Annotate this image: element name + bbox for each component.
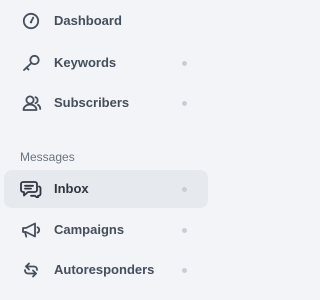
sidebar-item-inbox[interactable]: Inbox	[4, 170, 208, 208]
status-dot	[182, 228, 187, 233]
sidebar-item-label: Campaigns	[54, 222, 125, 237]
dashboard-gauge-icon	[20, 12, 42, 30]
megaphone-icon	[20, 221, 42, 239]
sidebar-item-subscribers[interactable]: Subscribers	[4, 84, 208, 122]
key-icon	[20, 54, 42, 72]
sidebar-item-autoresponders[interactable]: Autoresponders	[4, 251, 208, 289]
sidebar-item-label: Dashboard	[54, 13, 122, 28]
status-dot	[182, 268, 187, 273]
sidebar-item-label: Autoresponders	[54, 262, 155, 277]
status-dot	[182, 61, 187, 66]
sidebar-item-label: Subscribers	[54, 95, 130, 110]
users-icon	[20, 94, 42, 112]
reply-arrows-icon	[20, 261, 42, 279]
sidebar-item-dashboard[interactable]: Dashboard	[4, 2, 208, 40]
sidebar-item-label: Inbox	[54, 181, 89, 196]
section-title-messages: Messages	[20, 150, 75, 164]
sidebar: Dashboard Keywords Subscribers Messages	[0, 0, 216, 300]
status-dot	[182, 187, 187, 192]
chat-bubbles-icon	[20, 180, 42, 198]
sidebar-item-campaigns[interactable]: Campaigns	[4, 211, 208, 249]
status-dot	[182, 101, 187, 106]
sidebar-item-keywords[interactable]: Keywords	[4, 44, 208, 82]
sidebar-item-label: Keywords	[54, 55, 117, 70]
